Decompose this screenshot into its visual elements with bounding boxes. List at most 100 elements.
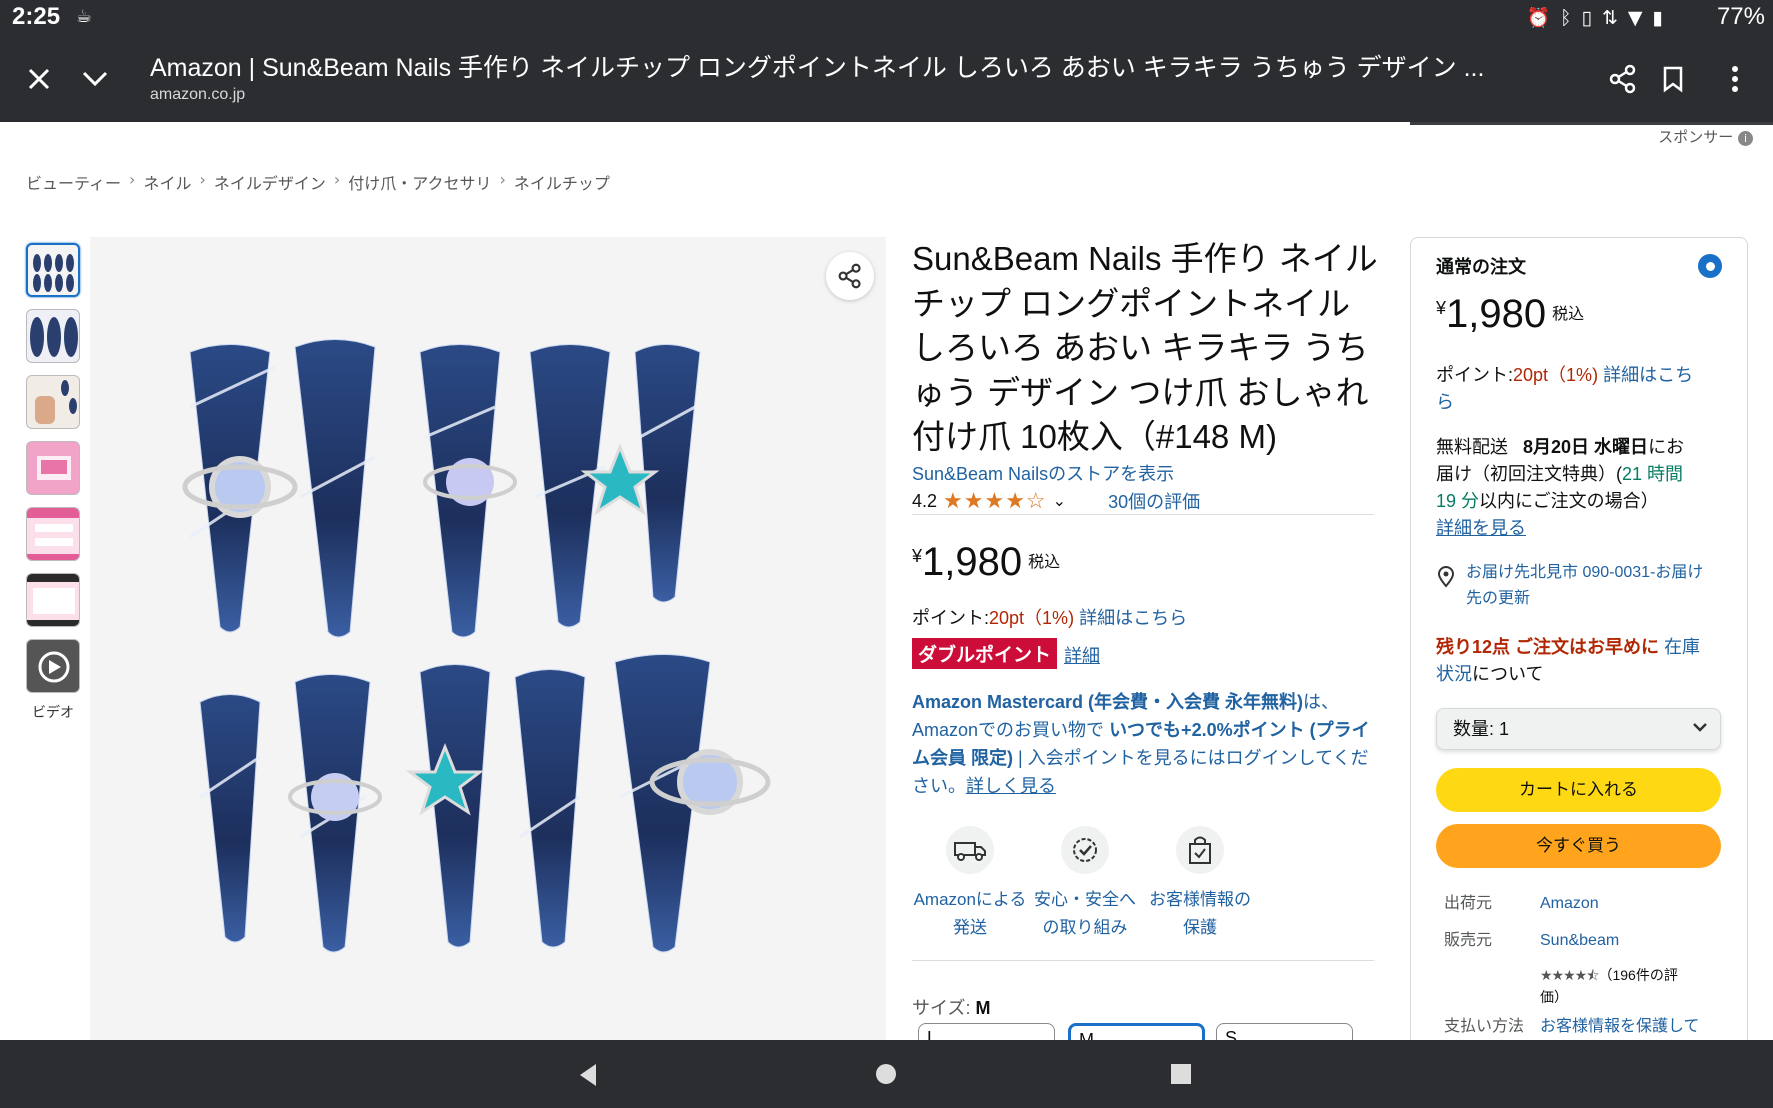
feature-label: 発送 [953,918,987,937]
stock-link[interactable]: 在庫 [1664,637,1700,657]
product-price: ¥1,980 税込 [912,540,1060,585]
shopping-bag-check-icon [1176,826,1224,874]
mastercard-more-link[interactable]: 詳しく見る [966,776,1056,796]
store-link[interactable]: Sun&Beam Nailsのストアを表示 [912,460,1174,486]
thumbnail-video[interactable] [26,639,80,693]
breadcrumb-item[interactable]: ネイル [143,170,191,194]
tax-label: 税込 [1552,306,1585,323]
thumbnail-6[interactable] [26,573,80,627]
double-point-badge: ダブルポイント [912,638,1058,669]
feature-label: Amazonによる [913,890,1027,909]
data-icon: ⇅ [1601,7,1628,29]
size-label: サイズ: [912,998,971,1018]
review-count-link[interactable]: 30個の評価 [1108,488,1200,514]
thumbnail-5[interactable] [26,507,80,561]
delivery-text: にお [1648,437,1685,457]
buy-now-button[interactable]: 今すぐ買う [1436,824,1721,868]
page-title: Amazon | Sun&Beam Nails 手作り ネイルチップ ロングポイ… [150,54,1485,82]
payment-value[interactable]: お客様情報を保護して [1540,1013,1700,1040]
more-options-icon[interactable] [1710,54,1760,104]
main-product-image[interactable] [90,237,886,1040]
delivery-text: 届け（初回注文特典）( [1436,464,1622,484]
thumbnail-2[interactable] [26,309,80,363]
points-detail-link[interactable]: ら [1436,392,1454,412]
rating-value: 4.2 [912,490,938,511]
price-value: 1,980 [922,540,1023,584]
mastercard-title[interactable]: Amazon Mastercard (年会費・入会費 永年無料) [912,692,1303,712]
payment-label: 支払い方法 [1444,1018,1525,1035]
back-icon[interactable] [576,1062,600,1092]
vibrate-icon: ▯ [1581,7,1602,29]
image-share-icon[interactable] [826,252,874,300]
breadcrumb-item[interactable]: ビューティー [26,170,121,194]
seller-value[interactable]: Sun&beam [1540,927,1619,954]
delivery-location-link[interactable]: お届け先北見市 090-0031-お届け 先の更新 [1466,560,1736,612]
order-type-radio[interactable] [1698,254,1722,278]
seller-rating-stars: ★★★★⯪ [1540,967,1599,983]
chevron-down-icon [1692,717,1708,741]
delivery-details-link[interactable]: 詳細を見る [1436,518,1526,538]
quantity-label: 数量: 1 [1453,719,1510,739]
ship-from-label: 出荷元 [1444,895,1493,912]
size-row: サイズ: M [912,994,990,1020]
chevron-down-icon[interactable] [70,54,120,104]
coffee-icon: ☕ [76,6,93,27]
product-title: Sun&Beam Nails 手作り ネイルチップ ロングポイントネイル しろい… [912,240,1378,455]
page-url: amazon.co.jp [150,86,246,103]
bluetooth-icon: ᛒ [1560,7,1582,29]
wifi-icon: ▼ [1627,7,1653,29]
delivery-info: 無料配送 8月20日 水曜日にお 届け（初回注文特典）(21 時間 19 分以内にご… [1436,434,1736,542]
points-row: ポイント:20pt（1%) 詳細はこちら [912,604,1187,630]
ship-from-value[interactable]: Amazon [1540,890,1599,917]
feature-label: 安心・安全へ [1034,890,1136,909]
battery-percent: 77% [1716,3,1765,30]
divider [912,960,1374,961]
delivery-countdown: 21 時間 [1622,464,1684,484]
thumbnail-1[interactable] [26,243,80,297]
feature-privacy[interactable]: お客様情報の 保護 [1140,826,1260,942]
breadcrumb-item[interactable]: 付け爪・アクセサリ [348,170,491,194]
double-point-link[interactable]: 詳細 [1064,642,1100,668]
add-to-cart-button[interactable]: カートに入れる [1436,768,1721,812]
bookmark-icon[interactable] [1648,54,1698,104]
stock-link[interactable]: 状況 [1436,664,1472,684]
status-time: 2:25 [12,3,61,30]
buybox-price: ¥1,980 税込 [1436,292,1584,337]
recents-icon[interactable] [1170,1063,1192,1089]
quantity-select[interactable]: 数量: 1 [1436,708,1721,750]
price-symbol: ¥ [912,546,923,566]
rating-row: 4.2 ★★★★☆ ⌄ 30個の評価 [912,488,1200,514]
stock-text: について [1472,664,1544,684]
stock-warning: 残り12点 ご注文はお早めに [1436,637,1660,657]
chevron-down-icon[interactable]: ⌄ [1053,491,1066,511]
feature-amazon-delivery[interactable]: Amazonによる 発送 [910,826,1030,942]
breadcrumb-item[interactable]: ネイルデザイン [214,170,326,194]
close-icon[interactable] [14,54,64,104]
delivery-text: 以内にご注文の場合） [1479,491,1659,511]
buybox-points: ポイント:20pt（1%) 詳細はこちら [1436,362,1736,416]
battery-icon: ▮ [1652,7,1673,29]
delivery-label: 無料配送 [1436,437,1508,457]
rating-stars[interactable]: ★★★★☆ [943,488,1047,514]
breadcrumb: ビューティー › ネイル › ネイルデザイン › 付け爪・アクセサリ › ネイルチップ [26,170,610,194]
video-label: ビデオ [32,705,74,721]
seller-rating-text: （196件の評 [1598,967,1678,983]
points-value: 20pt（1%) [989,608,1075,628]
price-symbol: ¥ [1436,298,1447,318]
points-detail-link[interactable]: 詳細はこち [1603,365,1693,385]
breadcrumb-separator: › [333,170,341,189]
sponsor-label: スポンサー i [1658,126,1753,147]
thumbnail-3[interactable] [26,375,80,429]
info-icon[interactable]: i [1738,131,1753,146]
breadcrumb-item[interactable]: ネイルチップ [514,170,610,194]
feature-label: の取り組み [1042,918,1128,937]
share-icon[interactable] [1598,54,1648,104]
seller-rating[interactable]: ★★★★⯪（196件の評 価） [1540,964,1730,1008]
breadcrumb-separator: › [199,170,206,189]
feature-safety[interactable]: 安心・安全へ の取り組み [1025,826,1145,942]
home-icon[interactable] [874,1062,898,1090]
points-detail-link[interactable]: 詳細はこちら [1079,608,1187,628]
thumbnail-4[interactable] [26,441,80,495]
android-nav-bar [0,1040,1773,1108]
alarm-icon: ⏰ [1526,7,1561,29]
